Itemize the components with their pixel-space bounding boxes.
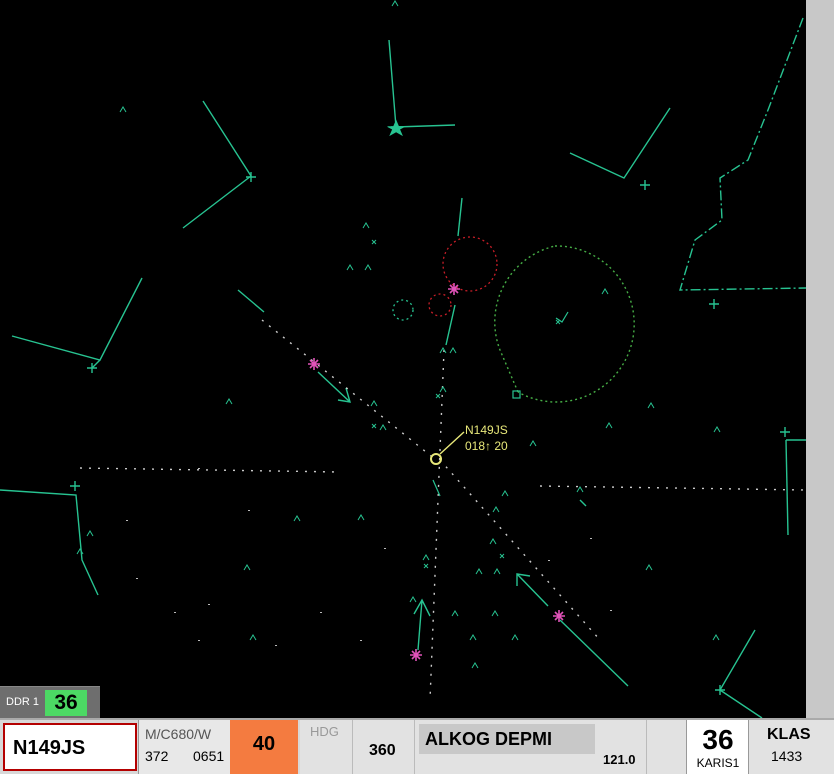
fix-marker-magenta <box>448 283 460 295</box>
airway-line <box>569 107 671 179</box>
fix-marker-magenta <box>553 610 565 622</box>
waypoint-mark <box>555 311 569 323</box>
airway-line <box>785 439 789 536</box>
airway-line <box>579 499 587 507</box>
arc-boundary <box>494 245 556 393</box>
strip-blank-cell[interactable] <box>646 720 686 774</box>
airway-line <box>237 289 265 313</box>
fix-marker <box>709 299 719 309</box>
airway-line <box>0 489 99 596</box>
approach-arrow <box>516 573 549 607</box>
ddr-indicator: DDR 1 36 <box>0 686 100 719</box>
history-trail <box>432 479 441 497</box>
airway-line <box>457 197 463 237</box>
airway-line <box>388 39 456 128</box>
strip-frequency: 121.0 <box>603 752 636 767</box>
airway-line <box>719 629 763 718</box>
scrollbar[interactable] <box>806 0 834 718</box>
point-symbols <box>76 0 721 669</box>
radar-scope[interactable]: N149JS 018↑ 20 <box>0 0 806 718</box>
strip-heading-cell[interactable]: 360 <box>352 720 414 774</box>
strip-eta: 1433 <box>771 748 803 764</box>
strip-callsign: N149JS <box>13 737 86 759</box>
strip-altitude: 40 <box>252 733 276 755</box>
fix-marker <box>780 427 790 437</box>
extended-centerline <box>261 319 437 461</box>
airspace-boundary <box>679 17 806 291</box>
extended-centerline <box>429 349 445 701</box>
fix-marker-magenta <box>410 649 422 661</box>
strip-route: ALKOG DEPMI <box>425 729 553 749</box>
strip-sequence-cell[interactable]: 36 KARIS1 <box>686 720 748 774</box>
approach-arrow <box>317 371 351 403</box>
datablock-callsign[interactable]: N149JS <box>465 423 508 437</box>
fix-marker <box>715 685 725 695</box>
airway-line <box>11 277 143 361</box>
strip-destination-cell[interactable]: KLAS 1433 <box>748 720 834 774</box>
airport-circle <box>392 299 414 321</box>
fix-marker-magenta <box>308 358 320 370</box>
extended-centerline <box>79 467 341 473</box>
flight-strip[interactable]: N149JS M/C680/W 372 0651 40 HDG 360 ALKO… <box>0 718 834 774</box>
radar-map: N149JS 018↑ 20 <box>0 0 806 718</box>
ddr-label: DDR 1 <box>6 696 40 708</box>
fix-marker <box>640 180 650 190</box>
ddr-value: 36 <box>45 690 87 716</box>
strip-fix: KARIS1 <box>696 756 740 770</box>
strip-destination: KLAS <box>767 726 811 743</box>
strip-altitude-cell[interactable]: 40 <box>230 720 298 774</box>
strip-route-box[interactable]: ALKOG DEPMI <box>419 724 595 754</box>
approach-arrow <box>417 599 423 651</box>
airway-line <box>91 359 101 369</box>
fix-marker <box>246 172 256 182</box>
strip-hdg-label: HDG <box>310 724 339 739</box>
restricted-area <box>442 236 498 292</box>
arc-boundary <box>517 245 635 403</box>
strip-heading: 360 <box>369 742 396 759</box>
restricted-area <box>428 293 452 317</box>
airway-line <box>182 100 252 229</box>
map-dots <box>126 468 612 646</box>
strip-sequence: 36 <box>702 724 734 755</box>
datablock-data[interactable]: 018↑ 20 <box>465 439 508 453</box>
strip-time: 0651 <box>193 748 225 764</box>
strip-callsign-cell[interactable]: N149JS <box>3 723 137 771</box>
strip-type-cell[interactable]: M/C680/W 372 0651 <box>138 720 230 774</box>
fix-marker <box>70 481 80 491</box>
strip-route-cell[interactable]: ALKOG DEPMI 121.0 <box>414 720 646 774</box>
strip-aircraft-type: M/C680/W <box>145 726 212 742</box>
airway-line <box>559 619 629 687</box>
strip-hdg-label-cell[interactable]: HDG <box>300 720 352 774</box>
strip-beacon: 372 <box>145 748 169 764</box>
airway-line <box>445 304 456 346</box>
waypoint-square <box>512 390 521 399</box>
leader-line <box>439 431 465 455</box>
